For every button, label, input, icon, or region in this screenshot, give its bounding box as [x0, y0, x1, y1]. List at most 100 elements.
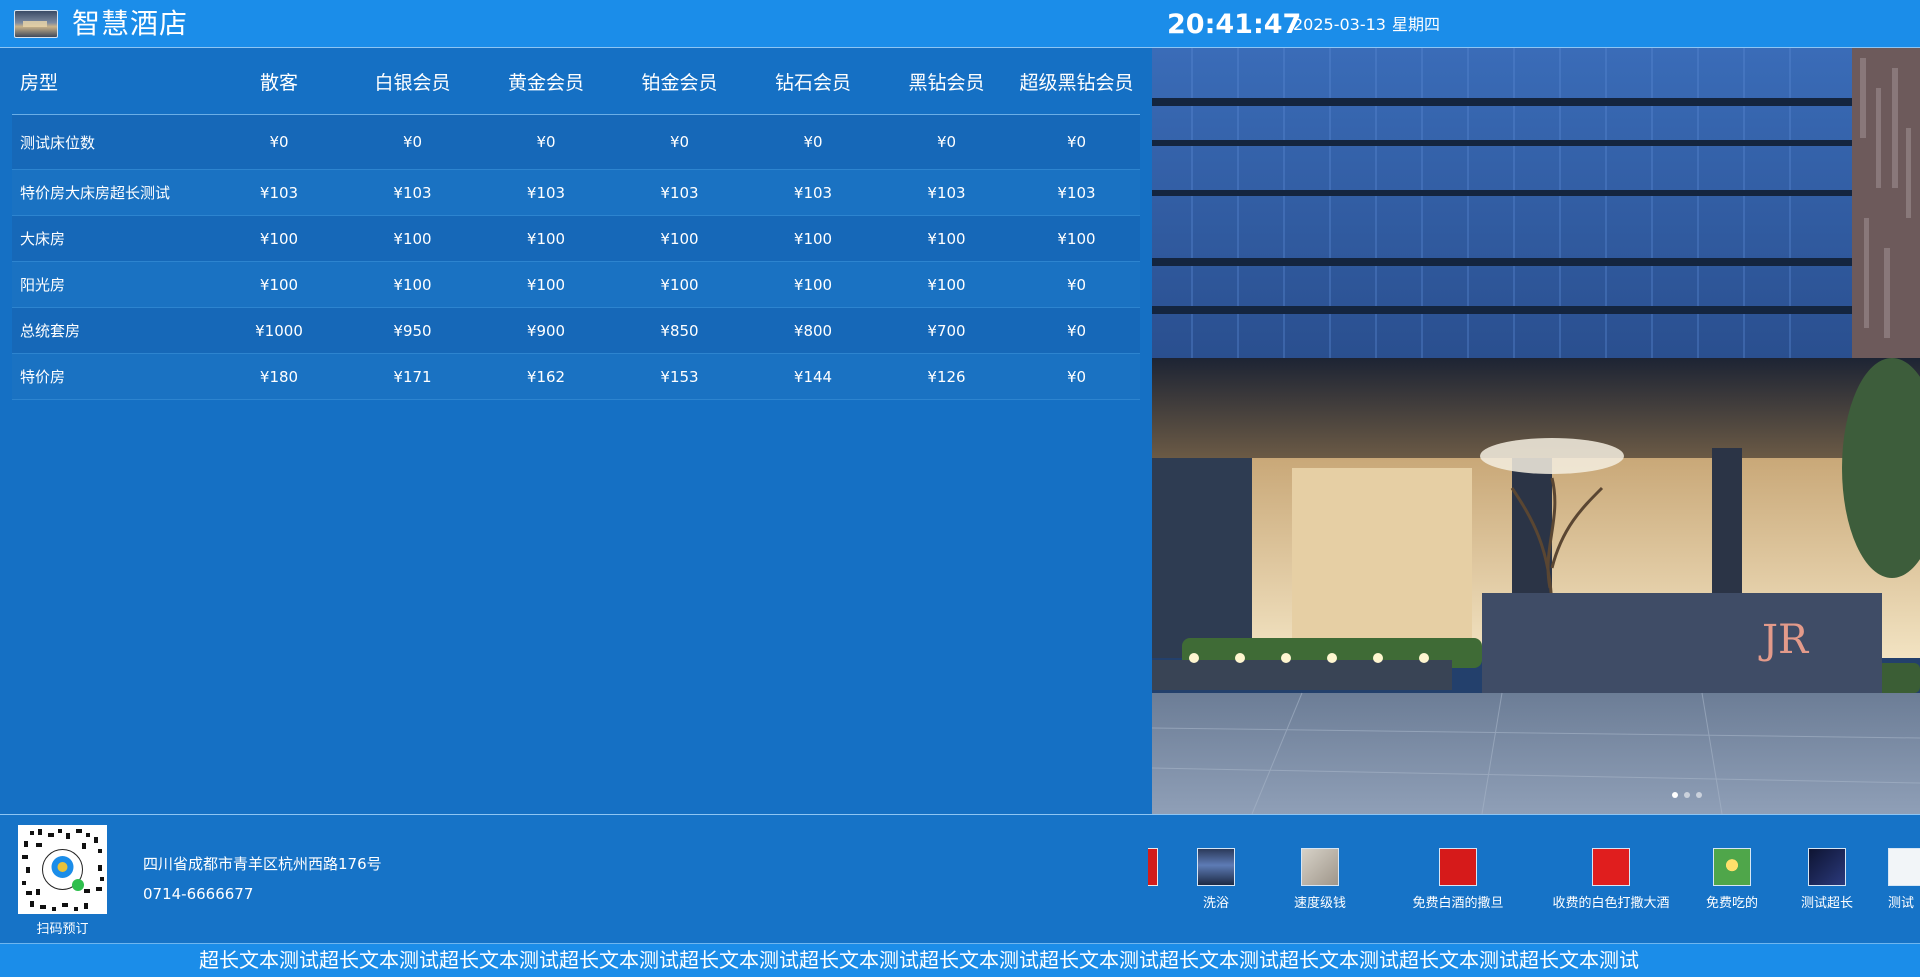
hotel-facade-image: JR [1152, 48, 1920, 814]
price-cell: ¥100 [479, 261, 613, 308]
price-cell: ¥950 [346, 307, 479, 354]
price-cell: ¥100 [346, 215, 479, 262]
room-type-cell: 阳光房 [12, 261, 212, 308]
service-item[interactable]: 测试超长 [1792, 848, 1862, 911]
price-cell: ¥153 [613, 353, 746, 400]
clock-time: 20:41:47 [1167, 9, 1302, 40]
price-cell: ¥0 [1013, 261, 1140, 308]
price-cell: ¥100 [613, 261, 746, 308]
service-item-partial[interactable] [1148, 848, 1158, 892]
carousel-dot[interactable] [1684, 792, 1690, 798]
price-cell: ¥0 [479, 114, 613, 170]
clock-weekday: 星期四 [1392, 15, 1441, 34]
column-header: 铂金会员 [613, 48, 746, 115]
room-thumbnail-icon [1301, 848, 1339, 886]
price-cell: ¥0 [1013, 307, 1140, 354]
service-label: 收费的白色打撒大酒 [1552, 896, 1670, 911]
column-header: 散客 [212, 48, 346, 115]
hotel-logo-icon [14, 10, 58, 38]
dark-night-thumbnail-icon [1808, 848, 1846, 886]
column-header: 白银会员 [346, 48, 479, 115]
column-header: 黄金会员 [479, 48, 613, 115]
carousel-dot[interactable] [1672, 792, 1678, 798]
price-cell: ¥100 [479, 215, 613, 262]
service-label: 免费吃的 [1705, 896, 1758, 911]
hotel-name: 智慧酒店 [72, 7, 189, 40]
red-poster-thumbnail-icon [1148, 848, 1158, 886]
price-cell: ¥0 [613, 114, 746, 170]
service-label: 速度级钱 [1293, 896, 1346, 911]
price-cell: ¥100 [880, 261, 1013, 308]
price-cell: ¥100 [212, 215, 346, 262]
table-row: 特价房 ¥180 ¥171 ¥162 ¥153 ¥144 ¥126 ¥0 [12, 353, 1140, 400]
price-cell: ¥103 [1013, 169, 1140, 216]
price-cell: ¥100 [1013, 215, 1140, 262]
price-cell: ¥900 [479, 307, 613, 354]
hotel-photo-carousel[interactable]: JR [1152, 48, 1920, 814]
price-cell: ¥103 [746, 169, 880, 216]
room-type-cell: 特价房 [12, 353, 212, 400]
table-row: 阳光房 ¥100 ¥100 ¥100 ¥100 ¥100 ¥100 ¥0 [12, 261, 1140, 308]
service-label: 测试 [1888, 896, 1915, 911]
price-cell: ¥0 [880, 114, 1013, 170]
hotel-address: 四川省成都市青羊区杭州西路176号 [143, 855, 382, 873]
price-cell: ¥171 [346, 353, 479, 400]
service-item[interactable]: 免费白酒的撒旦 [1396, 848, 1520, 911]
price-cell: ¥800 [746, 307, 880, 354]
service-label: 测试超长 [1800, 896, 1853, 911]
hotel-phone: 0714-6666677 [143, 885, 254, 903]
service-label: 免费白酒的撒旦 [1412, 896, 1504, 911]
column-header: 黑钻会员 [880, 48, 1013, 115]
price-cell: ¥100 [746, 215, 880, 262]
price-cell: ¥850 [613, 307, 746, 354]
service-item[interactable]: 测试 [1888, 848, 1920, 911]
price-cell: ¥126 [880, 353, 1013, 400]
table-row: 总统套房 ¥1000 ¥950 ¥900 ¥850 ¥800 ¥700 ¥0 [12, 307, 1140, 354]
clock-date: 2025-03-13 [1293, 15, 1386, 34]
footer-bar: 扫码预订 四川省成都市青羊区杭州西路176号 0714-6666677 洗浴 速… [0, 814, 1920, 943]
service-item[interactable]: 速度级钱 [1292, 848, 1348, 911]
red-poster-thumbnail-icon [1592, 848, 1630, 886]
service-label: 洗浴 [1202, 896, 1229, 911]
service-item[interactable]: 洗浴 [1188, 848, 1244, 911]
service-item[interactable]: 收费的白色打撒大酒 [1536, 848, 1686, 911]
table-header-row: 房型 散客 白银会员 黄金会员 铂金会员 钻石会员 黑钻会员 超级黑钻会员 [12, 48, 1140, 115]
price-cell: ¥100 [613, 215, 746, 262]
column-header: 房型 [12, 48, 212, 115]
price-cell: ¥103 [613, 169, 746, 216]
table-row: 特价房大床房超长测试 ¥103 ¥103 ¥103 ¥103 ¥103 ¥103… [12, 169, 1140, 216]
price-cell: ¥103 [479, 169, 613, 216]
room-type-cell: 大床房 [12, 215, 212, 262]
carousel-indicator [1672, 792, 1702, 798]
services-strip: 洗浴 速度级钱 免费白酒的撒旦 收费的白色打撒大酒 免费吃的 测试超长 测试 [1148, 815, 1920, 943]
price-cell: ¥100 [346, 261, 479, 308]
price-cell: ¥162 [479, 353, 613, 400]
price-cell: ¥180 [212, 353, 346, 400]
price-cell: ¥100 [746, 261, 880, 308]
bath-thumbnail-icon [1197, 848, 1235, 886]
red-poster-thumbnail-icon [1439, 848, 1477, 886]
price-cell: ¥0 [746, 114, 880, 170]
table-row: 大床房 ¥100 ¥100 ¥100 ¥100 ¥100 ¥100 ¥100 [12, 215, 1140, 262]
column-header: 超级黑钻会员 [1013, 48, 1140, 115]
column-header: 钻石会员 [746, 48, 880, 115]
table-row: 测试床位数 ¥0 ¥0 ¥0 ¥0 ¥0 ¥0 ¥0 [12, 114, 1140, 170]
sign-text: JR [1758, 617, 1810, 663]
price-cell: ¥0 [346, 114, 479, 170]
price-cell: ¥103 [346, 169, 479, 216]
room-price-table: 房型 散客 白银会员 黄金会员 铂金会员 钻石会员 黑钻会员 超级黑钻会员 测试… [12, 48, 1140, 400]
price-cell: ¥0 [1013, 114, 1140, 170]
carousel-dot[interactable] [1696, 792, 1702, 798]
room-type-cell: 特价房大床房超长测试 [12, 169, 212, 216]
price-cell: ¥144 [746, 353, 880, 400]
qr-label: 扫码预订 [36, 922, 89, 937]
price-cell: ¥100 [212, 261, 346, 308]
price-cell: ¥103 [212, 169, 346, 216]
service-item[interactable]: 免费吃的 [1692, 848, 1772, 911]
price-cell: ¥0 [212, 114, 346, 170]
header-bar: 智慧酒店 20:41:47 2025-03-13 星期四 [0, 0, 1920, 48]
scrolling-notice: 超长文本测试超长文本测试超长文本测试超长文本测试超长文本测试超长文本测试超长文本… [0, 943, 1920, 977]
room-type-cell: 测试床位数 [12, 114, 212, 170]
booking-qr-code-icon[interactable] [18, 825, 107, 914]
room-type-cell: 总统套房 [12, 307, 212, 354]
